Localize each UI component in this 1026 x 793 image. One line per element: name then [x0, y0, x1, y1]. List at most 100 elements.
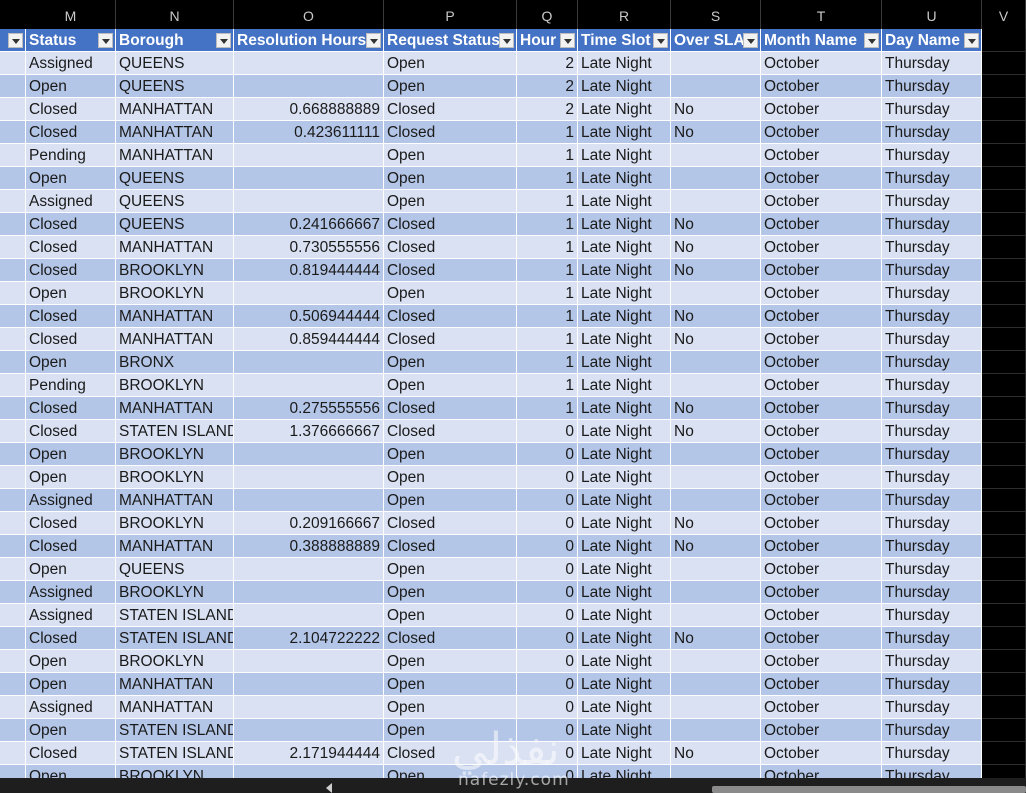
- header-cell[interactable]: Resolution Hours: [234, 29, 384, 52]
- table-cell[interactable]: [671, 374, 761, 397]
- table-cell[interactable]: Assigned: [26, 489, 116, 512]
- table-cell[interactable]: Thursday: [882, 213, 982, 236]
- cell-partial-l[interactable]: [0, 121, 26, 144]
- table-cell[interactable]: Thursday: [882, 742, 982, 765]
- table-cell[interactable]: No: [671, 742, 761, 765]
- cell-partial-l[interactable]: [0, 328, 26, 351]
- cell-partial-l[interactable]: [0, 75, 26, 98]
- table-cell[interactable]: Closed: [384, 98, 517, 121]
- table-cell[interactable]: 2: [517, 98, 578, 121]
- table-cell[interactable]: 1: [517, 121, 578, 144]
- filter-dropdown-icon[interactable]: [8, 33, 23, 48]
- table-cell[interactable]: Closed: [26, 121, 116, 144]
- table-cell[interactable]: BROOKLYN: [116, 443, 234, 466]
- table-cell[interactable]: Thursday: [882, 52, 982, 75]
- table-cell[interactable]: 1: [517, 213, 578, 236]
- table-cell[interactable]: Thursday: [882, 581, 982, 604]
- filter-dropdown-icon[interactable]: [653, 33, 668, 48]
- table-cell[interactable]: Closed: [26, 259, 116, 282]
- table-cell[interactable]: Thursday: [882, 98, 982, 121]
- column-letter-m[interactable]: M: [26, 0, 116, 29]
- table-cell[interactable]: 0: [517, 512, 578, 535]
- table-cell[interactable]: October: [761, 535, 882, 558]
- table-cell[interactable]: Thursday: [882, 328, 982, 351]
- table-cell[interactable]: 0.241666667: [234, 213, 384, 236]
- table-cell[interactable]: October: [761, 374, 882, 397]
- table-cell[interactable]: No: [671, 259, 761, 282]
- table-cell[interactable]: Thursday: [882, 466, 982, 489]
- table-cell[interactable]: BROOKLYN: [116, 259, 234, 282]
- empty-cell[interactable]: [982, 75, 1026, 98]
- table-cell[interactable]: [671, 144, 761, 167]
- table-cell[interactable]: 1: [517, 259, 578, 282]
- table-cell[interactable]: Late Night: [578, 466, 671, 489]
- table-cell[interactable]: October: [761, 696, 882, 719]
- cell-partial-l[interactable]: [0, 696, 26, 719]
- table-cell[interactable]: Late Night: [578, 52, 671, 75]
- table-cell[interactable]: October: [761, 673, 882, 696]
- table-cell[interactable]: [234, 144, 384, 167]
- empty-cell[interactable]: [982, 213, 1026, 236]
- table-cell[interactable]: [671, 466, 761, 489]
- table-cell[interactable]: Late Night: [578, 489, 671, 512]
- table-cell[interactable]: October: [761, 650, 882, 673]
- table-cell[interactable]: Closed: [384, 420, 517, 443]
- table-cell[interactable]: STATEN ISLAND: [116, 604, 234, 627]
- table-cell[interactable]: 0: [517, 581, 578, 604]
- table-cell[interactable]: Late Night: [578, 167, 671, 190]
- table-cell[interactable]: BROOKLYN: [116, 374, 234, 397]
- table-cell[interactable]: October: [761, 121, 882, 144]
- table-cell[interactable]: Thursday: [882, 443, 982, 466]
- table-cell[interactable]: 1: [517, 167, 578, 190]
- table-cell[interactable]: October: [761, 765, 882, 778]
- table-cell[interactable]: Open: [384, 282, 517, 305]
- table-cell[interactable]: Closed: [384, 627, 517, 650]
- filter-dropdown-icon[interactable]: [366, 33, 381, 48]
- table-cell[interactable]: October: [761, 259, 882, 282]
- table-cell[interactable]: Late Night: [578, 604, 671, 627]
- table-cell[interactable]: Thursday: [882, 397, 982, 420]
- table-cell[interactable]: 0: [517, 420, 578, 443]
- table-cell[interactable]: Late Night: [578, 190, 671, 213]
- cell-partial-l[interactable]: [0, 351, 26, 374]
- table-cell[interactable]: [671, 282, 761, 305]
- empty-cell[interactable]: [982, 489, 1026, 512]
- table-cell[interactable]: Thursday: [882, 190, 982, 213]
- table-cell[interactable]: October: [761, 351, 882, 374]
- table-cell[interactable]: Closed: [26, 328, 116, 351]
- table-cell[interactable]: QUEENS: [116, 52, 234, 75]
- table-cell[interactable]: Open: [26, 351, 116, 374]
- table-cell[interactable]: 0.668888889: [234, 98, 384, 121]
- empty-cell[interactable]: [982, 581, 1026, 604]
- table-cell[interactable]: Thursday: [882, 512, 982, 535]
- table-cell[interactable]: [234, 719, 384, 742]
- table-cell[interactable]: 0: [517, 466, 578, 489]
- table-cell[interactable]: QUEENS: [116, 190, 234, 213]
- table-cell[interactable]: Open: [384, 75, 517, 98]
- table-cell[interactable]: Late Night: [578, 75, 671, 98]
- table-cell[interactable]: MANHATTAN: [116, 236, 234, 259]
- cell-partial-l[interactable]: [0, 190, 26, 213]
- empty-cell[interactable]: [982, 512, 1026, 535]
- table-cell[interactable]: [234, 282, 384, 305]
- table-cell[interactable]: No: [671, 535, 761, 558]
- table-cell[interactable]: Thursday: [882, 374, 982, 397]
- header-cell[interactable]: Day Name: [882, 29, 982, 52]
- table-cell[interactable]: October: [761, 52, 882, 75]
- cell-partial-l[interactable]: [0, 144, 26, 167]
- cell-partial-l[interactable]: [0, 673, 26, 696]
- table-cell[interactable]: 0.730555556: [234, 236, 384, 259]
- table-cell[interactable]: Thursday: [882, 351, 982, 374]
- table-cell[interactable]: Late Night: [578, 144, 671, 167]
- empty-cell[interactable]: [982, 236, 1026, 259]
- table-cell[interactable]: [234, 558, 384, 581]
- table-cell[interactable]: 0: [517, 535, 578, 558]
- table-cell[interactable]: No: [671, 328, 761, 351]
- column-letter-o[interactable]: O: [234, 0, 384, 29]
- table-cell[interactable]: Closed: [384, 397, 517, 420]
- table-cell[interactable]: Late Night: [578, 259, 671, 282]
- cell-partial-l[interactable]: [0, 535, 26, 558]
- table-cell[interactable]: 1: [517, 328, 578, 351]
- table-cell[interactable]: Closed: [384, 236, 517, 259]
- table-cell[interactable]: [671, 765, 761, 778]
